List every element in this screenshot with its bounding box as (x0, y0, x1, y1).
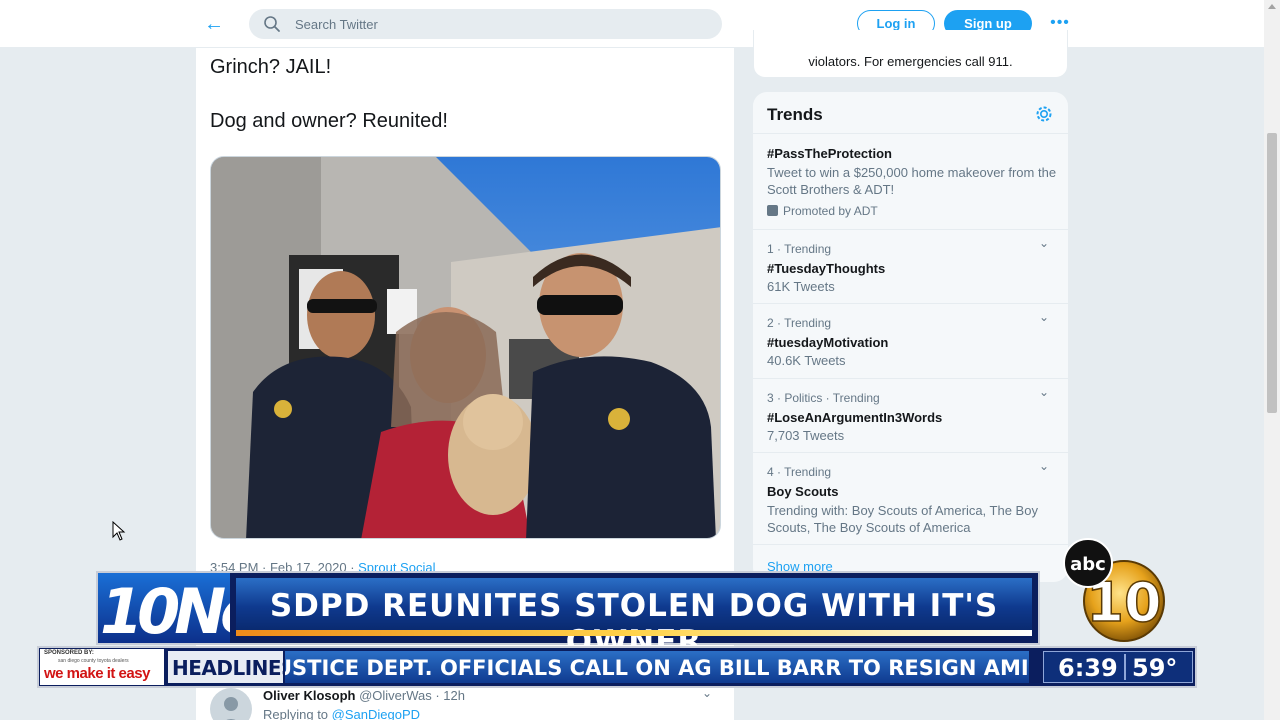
scrollbar-thumb[interactable] (1267, 133, 1277, 413)
trend-item[interactable]: 1 · Trending #TuesdayThoughts 61K Tweets… (753, 230, 1068, 304)
info-card-text: violators. For emergencies call 911. (808, 54, 1013, 69)
reply-author-handle: @OliverWas · 12h (359, 688, 465, 703)
trend-name: #LoseAnArgumentIn3Words (767, 410, 943, 425)
trends-title: Trends (767, 105, 823, 124)
chevron-down-icon[interactable]: ⌄ (702, 686, 712, 700)
trend-description: Tweet to win a $250,000 home makeover fr… (767, 165, 1057, 197)
search-input[interactable]: Search Twitter (249, 9, 722, 39)
sponsor-label: SPONSORED BY: (44, 650, 94, 656)
abc10-logo: 10 abc (1063, 538, 1165, 642)
replying-to-line: Replying to @SanDiegoPD (263, 707, 420, 720)
sponsor-box: SPONSORED BY: san diego county toyota de… (40, 649, 164, 685)
info-card: violators. For emergencies call 911. (753, 30, 1068, 78)
ticker-label: HEADLINES (172, 656, 295, 680)
promoted-label: Promoted by ADT (767, 204, 878, 218)
trend-item[interactable]: 3 · Politics · Trending #LoseAnArgumentI… (753, 379, 1068, 453)
default-avatar-icon (224, 697, 238, 720)
trend-context: 1 · Trending (767, 242, 832, 256)
station-bug-text: 10Ne (100, 575, 230, 643)
tweet-text-line-2: Dog and owner? Reunited! (210, 110, 448, 132)
gear-icon[interactable] (1034, 104, 1054, 124)
trend-tweet-count: 61K Tweets (767, 279, 835, 294)
clock-time: 6:39 (1058, 654, 1118, 682)
trend-context: 2 · Trending (767, 316, 832, 330)
sponsor-slogan: we make it easy (44, 665, 150, 682)
reply-author-name: Oliver Klosoph (263, 688, 356, 703)
trend-name: #TuesdayThoughts (767, 261, 886, 276)
chevron-down-icon[interactable]: ⌄ (1039, 236, 1049, 250)
chevron-down-icon[interactable]: ⌄ (1039, 310, 1049, 324)
reply-author[interactable]: Oliver Klosoph @OliverWas · 12h (263, 688, 465, 703)
scroll-up-arrow-icon[interactable] (1268, 4, 1276, 9)
trend-name: #PassTheProtection (767, 146, 892, 161)
trend-context: 3 · Politics · Trending (767, 391, 880, 405)
trend-context: 4 · Trending (767, 465, 832, 479)
avatar[interactable] (210, 688, 252, 720)
trend-item[interactable]: 2 · Trending #tuesdayMotivation 40.6K Tw… (753, 304, 1068, 379)
sponsor-subtitle: san diego county toyota dealers (58, 658, 129, 664)
search-placeholder: Search Twitter (295, 17, 378, 32)
trend-name: Boy Scouts (767, 484, 839, 499)
time-temperature-box: 6:39 59° (1043, 651, 1193, 683)
trend-related: Trending with: Boy Scouts of America, Th… (767, 503, 1038, 535)
mouse-cursor-icon (112, 521, 126, 541)
chevron-down-icon[interactable]: ⌄ (1039, 385, 1049, 399)
chevron-down-icon[interactable]: ⌄ (1039, 459, 1049, 473)
back-arrow-icon[interactable]: ← (202, 12, 226, 36)
clock-divider (1124, 654, 1126, 680)
promoted-icon (767, 205, 778, 216)
replying-to-prefix: Replying to (263, 707, 332, 720)
headline-bar: SDPD REUNITES STOLEN DOG WITH IT'S OWNER (236, 578, 1032, 660)
tweet-text-line-1: Grinch? JAIL! (210, 56, 332, 78)
headline-accent-stripe (236, 630, 1032, 636)
ticker-text: USTICE DEPT. OFFICIALS CALL ON AG BILL B… (285, 656, 1029, 680)
ticker-label-box: HEADLINES (168, 651, 295, 683)
trend-tweet-count: 7,703 Tweets (767, 428, 845, 443)
photo-illustration (211, 157, 720, 538)
search-icon (264, 16, 280, 32)
top-navigation-bar: ← Search Twitter Log in Sign up ••• (0, 0, 1264, 48)
page-scrollbar[interactable] (1264, 0, 1280, 720)
abc-logo-text: abc (1070, 554, 1106, 575)
ticker-crawl: USTICE DEPT. OFFICIALS CALL ON AG BILL B… (285, 651, 1029, 683)
station-bug: 10Ne (98, 573, 230, 643)
trend-item[interactable]: 4 · Trending Boy Scouts Trending with: B… (753, 453, 1068, 545)
trends-header: Trends (753, 92, 1068, 134)
tweet-photo[interactable] (210, 156, 721, 539)
trend-name: #tuesdayMotivation (767, 335, 889, 350)
promoted-by-text: Promoted by ADT (783, 204, 878, 218)
trend-tweet-count: 40.6K Tweets (767, 353, 846, 368)
trend-item-promoted[interactable]: #PassTheProtection Tweet to win a $250,0… (753, 134, 1068, 230)
news-headline-banner: 10Ne SDPD REUNITES STOLEN DOG WITH IT'S … (96, 571, 1040, 660)
trends-panel: Trends #PassTheProtection Tweet to win a… (753, 92, 1068, 582)
replying-to-link[interactable]: @SanDiegoPD (332, 707, 420, 720)
temperature: 59° (1132, 654, 1178, 682)
reply-tweet[interactable]: Oliver Klosoph @OliverWas · 12h Replying… (210, 686, 730, 720)
news-ticker: SPONSORED BY: san diego county toyota de… (37, 646, 1197, 688)
